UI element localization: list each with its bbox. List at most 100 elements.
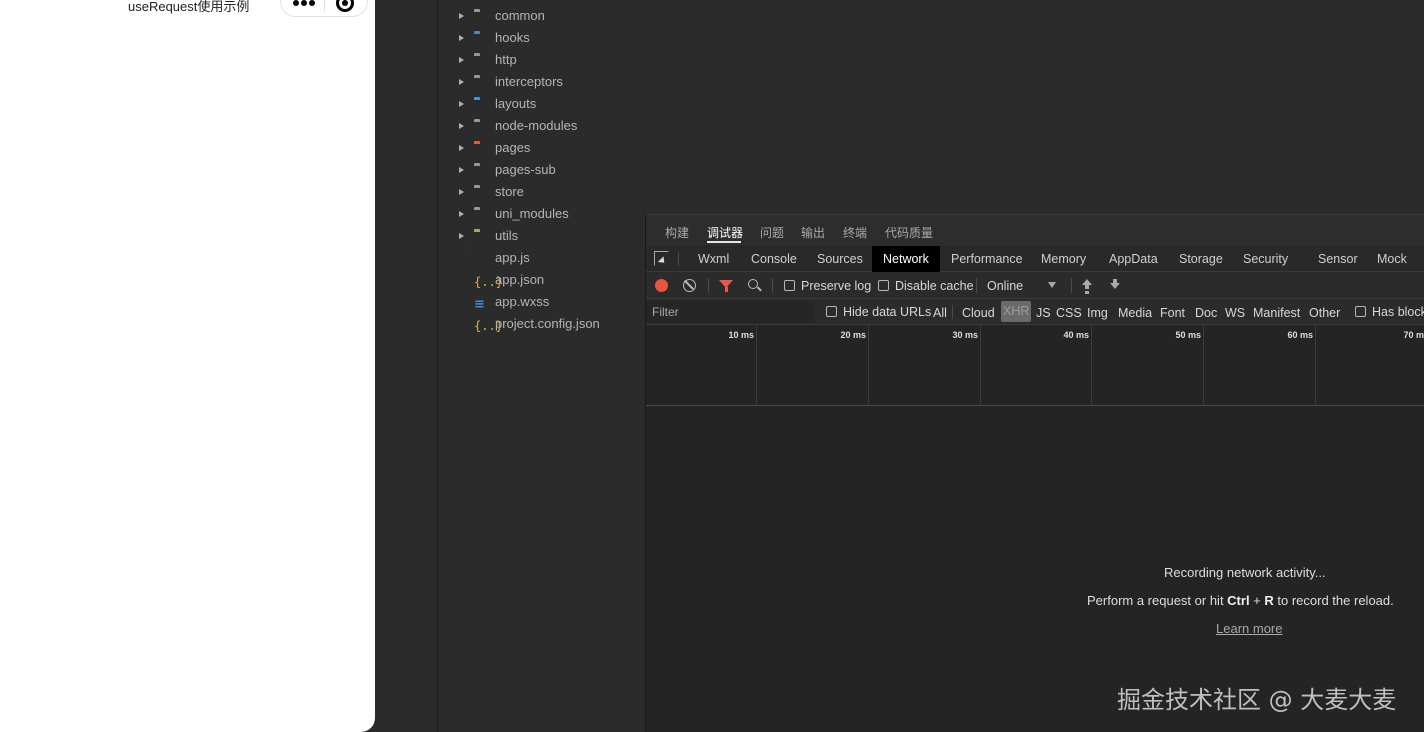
chevron-right-icon[interactable] <box>459 167 464 173</box>
tab-network[interactable]: Network <box>872 246 940 272</box>
tree-item-node-modules[interactable]: node-modules <box>438 115 648 137</box>
tab-performance[interactable]: Performance <box>951 252 1023 266</box>
tree-item-label: app.json <box>495 272 545 287</box>
throttling-select[interactable]: Online <box>987 279 1023 293</box>
folder-icon <box>474 120 489 132</box>
chevron-right-icon[interactable] <box>459 79 464 85</box>
tab-storage[interactable]: Storage <box>1179 252 1223 266</box>
tab-sensor[interactable]: Sensor <box>1318 252 1358 266</box>
filter-input[interactable] <box>646 301 814 323</box>
folder-icon <box>474 32 489 44</box>
devtools-panel: 构建 调试器 问题 输出 终端 代码质量 Wxml Console Source… <box>645 214 1424 732</box>
network-toolbar: Preserve log Disable cache Online <box>646 272 1424 299</box>
chevron-right-icon[interactable] <box>459 211 464 217</box>
reload-hint-pre: Perform a request or hit <box>1087 593 1228 608</box>
timeline-column: 40 ms <box>981 325 1092 406</box>
tree-item-label: pages <box>495 140 531 155</box>
preserve-log-checkbox[interactable] <box>784 280 795 291</box>
tab-memory[interactable]: Memory <box>1041 252 1086 266</box>
type-filter-ws[interactable]: WS <box>1225 306 1245 320</box>
chevron-down-icon[interactable] <box>1048 282 1056 288</box>
type-filter-cloud[interactable]: Cloud <box>962 306 995 320</box>
folder-icon <box>474 186 489 198</box>
chevron-right-icon[interactable] <box>459 57 464 63</box>
type-filter-xhr[interactable]: XHR <box>1001 301 1032 322</box>
type-filter-all[interactable]: All <box>933 306 947 320</box>
tree-item-label: uni_modules <box>495 206 569 221</box>
reload-hint-post: to record the reload. <box>1273 593 1394 608</box>
tree-item-utils[interactable]: utils <box>438 225 648 247</box>
tab-console[interactable]: Console <box>751 252 797 266</box>
tab-code-quality[interactable]: 代码质量 <box>885 224 933 241</box>
type-filter-doc[interactable]: Doc <box>1195 306 1217 320</box>
hide-data-urls-label: Hide data URLs <box>843 305 932 319</box>
tab-appdata[interactable]: AppData <box>1109 252 1158 266</box>
tree-item-layouts[interactable]: layouts <box>438 93 648 115</box>
capsule-menu[interactable] <box>280 0 368 17</box>
tree-item-pages[interactable]: pages <box>438 137 648 159</box>
tree-item-project-config[interactable]: {..} project.config.json <box>438 313 648 335</box>
disable-cache-checkbox[interactable] <box>878 280 889 291</box>
network-timeline-overview[interactable]: 10 ms 20 ms 30 ms 40 ms 50 ms 60 ms 70 m… <box>646 325 1424 406</box>
tree-item-common[interactable]: common <box>438 5 648 27</box>
export-har-icon[interactable] <box>1110 279 1120 291</box>
chevron-right-icon[interactable] <box>459 123 464 129</box>
inspect-element-icon[interactable] <box>654 251 669 266</box>
tab-output[interactable]: 输出 <box>801 224 825 241</box>
has-blocked-checkbox[interactable] <box>1355 306 1366 317</box>
type-filter-font[interactable]: Font <box>1160 306 1185 320</box>
watermark: 掘金技术社区 @ 大麦大麦 <box>1117 686 1397 714</box>
tab-wxml[interactable]: Wxml <box>698 252 729 266</box>
tree-item-pages-sub[interactable]: pages-sub <box>438 159 648 181</box>
record-button[interactable] <box>655 279 668 292</box>
shortcut-key-ctrl: Ctrl <box>1227 593 1250 608</box>
hide-data-urls-checkbox[interactable] <box>826 306 837 317</box>
tree-item-label: http <box>495 52 517 67</box>
type-filter-media[interactable]: Media <box>1118 306 1152 320</box>
network-filterbar: Hide data URLs All Cloud XHR JS CSS Img … <box>646 299 1424 325</box>
tab-security[interactable]: Security <box>1243 252 1288 266</box>
tab-terminal[interactable]: 终端 <box>843 224 867 241</box>
chevron-right-icon[interactable] <box>459 189 464 195</box>
type-filter-img[interactable]: Img <box>1087 306 1108 320</box>
more-icon[interactable] <box>293 0 315 6</box>
chevron-right-icon[interactable] <box>459 13 464 19</box>
tree-item-store[interactable]: store <box>438 181 648 203</box>
tab-build[interactable]: 构建 <box>665 224 689 241</box>
type-filter-js[interactable]: JS <box>1036 306 1051 320</box>
learn-more-link[interactable]: Learn more <box>1216 621 1282 636</box>
timeline-tick: 30 ms <box>952 330 978 340</box>
tree-item-app-json[interactable]: {..} app.json <box>438 269 648 291</box>
tab-problems[interactable]: 问题 <box>760 224 784 241</box>
tree-item-uni-modules[interactable]: uni_modules <box>438 203 648 225</box>
import-har-icon[interactable] <box>1082 279 1092 291</box>
tree-item-label: hooks <box>495 30 530 45</box>
tab-sources[interactable]: Sources <box>817 252 863 266</box>
type-filter-manifest[interactable]: Manifest <box>1253 306 1300 320</box>
divider <box>952 305 953 319</box>
tree-item-hooks[interactable]: hooks <box>438 27 648 49</box>
tab-debugger[interactable]: 调试器 <box>707 224 743 241</box>
json-file-icon: {..} <box>474 275 503 289</box>
chevron-right-icon[interactable] <box>459 233 464 239</box>
tree-item-label: app.js <box>495 250 530 265</box>
type-filter-other[interactable]: Other <box>1309 306 1340 320</box>
tree-item-interceptors[interactable]: interceptors <box>438 71 648 93</box>
tree-item-app-js[interactable]: app.js <box>438 247 648 269</box>
timeline-column: 30 ms <box>869 325 981 406</box>
type-filter-css[interactable]: CSS <box>1056 306 1082 320</box>
tab-mock[interactable]: Mock <box>1377 252 1407 266</box>
tree-item-app-wxss[interactable]: ≡ app.wxss <box>438 291 648 313</box>
divider <box>708 278 709 293</box>
search-icon[interactable] <box>748 279 758 289</box>
chevron-right-icon[interactable] <box>459 35 464 41</box>
filter-icon[interactable] <box>719 280 733 292</box>
divider <box>976 278 977 293</box>
clear-button[interactable] <box>683 279 696 292</box>
timeline-column: 60 ms <box>1204 325 1316 406</box>
chevron-right-icon[interactable] <box>459 101 464 107</box>
chevron-right-icon[interactable] <box>459 145 464 151</box>
tree-item-http[interactable]: http <box>438 49 648 71</box>
timeline-tick: 20 ms <box>840 330 866 340</box>
close-icon[interactable] <box>336 0 354 12</box>
